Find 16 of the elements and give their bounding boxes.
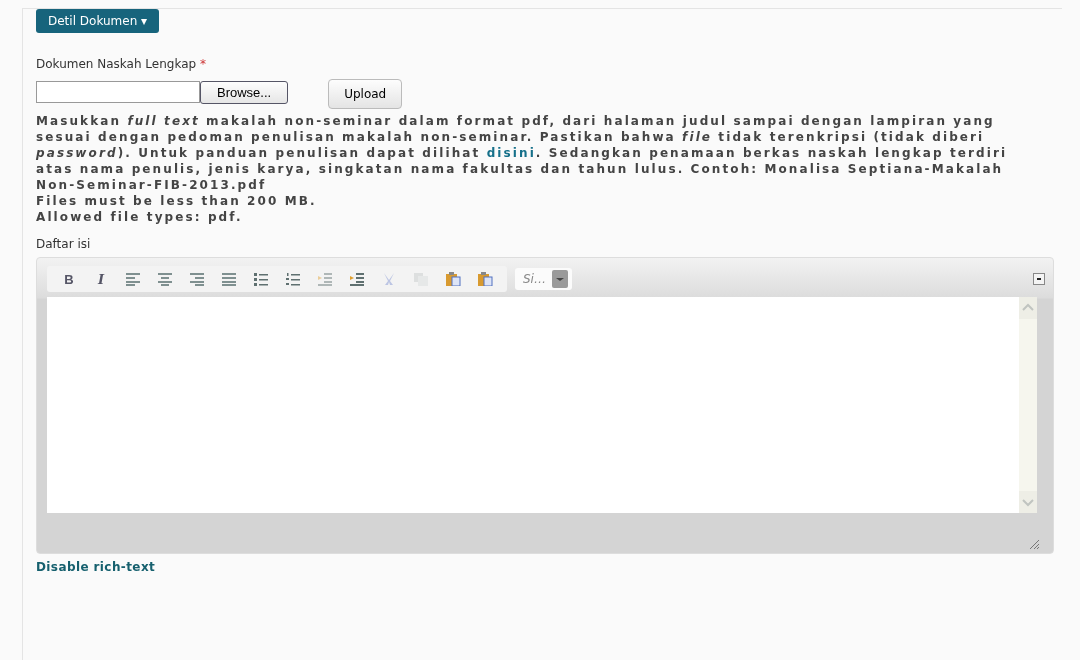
description-text: Masukkan full text makalah non-seminar dalam format pdf, dari halaman judul sampai dengan lampiran yang sesuai dengan pedoman penulisan makalah non-seminar. Pastikan bahwa file tidak terenkripsi (tidak diberi password). Untuk panduan penulisan dapat dilihat disini. Sedangkan penamaan berkas naskah lengkap terdiri atas nama penulis, jenis karya, singkatan nama fakultas dan tahun lulus. Contoh: Monalisa Septiana-Makalah Non-Seminar-FIB-2013.pdf [36, 113, 1009, 193]
toolbar-collapse-icon[interactable] [1033, 273, 1045, 285]
scrollbar[interactable] [1019, 297, 1037, 513]
guide-link[interactable]: disini [486, 146, 536, 160]
disable-rich-text-link[interactable]: Disable rich-text [36, 560, 1062, 574]
scroll-up-icon[interactable] [1019, 297, 1037, 319]
file-limit-text: Allowed file types: pdf. [36, 209, 244, 225]
caret-icon[interactable] [551, 270, 568, 288]
font-dropdown[interactable]: Si… [515, 268, 572, 290]
upload-button[interactable]: Upload [328, 79, 403, 109]
field-label: Daftar isi [36, 237, 92, 251]
resize-grip-icon[interactable] [1029, 539, 1039, 549]
field-label: Dokumen Naskah Lengkap * [36, 57, 207, 71]
file-limit-text: Files must be less than 200 MB. [36, 193, 318, 209]
section-button[interactable]: Detil Dokumen ▾ [36, 9, 160, 33]
scroll-down-icon[interactable] [1019, 491, 1037, 513]
